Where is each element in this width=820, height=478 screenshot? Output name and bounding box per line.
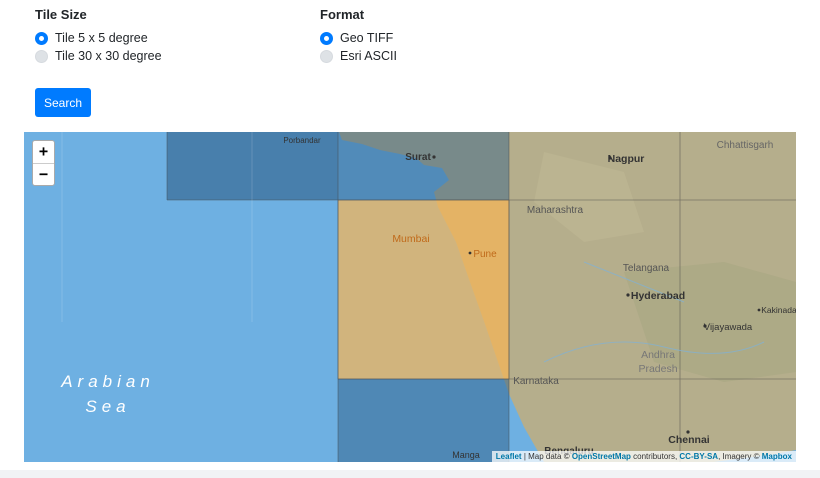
geotiff-radio[interactable]: Geo TIFF: [320, 31, 393, 45]
label-porbandar: Porbandar: [283, 136, 321, 145]
zoom-in-button[interactable]: +: [33, 141, 54, 163]
license-link[interactable]: CC-BY-SA: [679, 452, 718, 461]
attribution-text: , Imagery ©: [718, 452, 762, 461]
geotiff-label: Geo TIFF: [340, 31, 394, 45]
page-footer-bar: [0, 470, 820, 478]
selected-tile[interactable]: [337, 199, 510, 380]
tile-5x5-label: Tile 5 x 5 degree: [55, 31, 148, 45]
label-hyderabad: Hyderabad: [631, 290, 685, 302]
label-nagpur: Nagpur: [608, 153, 645, 165]
zoom-control: + −: [32, 140, 55, 186]
label-karnataka: Karnataka: [513, 376, 559, 387]
map-canvas[interactable]: Porbandar Surat Nagpur Chhattisgarh Maha…: [24, 132, 796, 462]
leaflet-link[interactable]: Leaflet: [496, 452, 522, 461]
label-mangalore: Manga: [452, 450, 480, 460]
attribution-text: | Map data ©: [521, 452, 572, 461]
label-pune: Pune: [473, 249, 497, 260]
label-maharashtra: Maharashtra: [527, 205, 584, 216]
tile-30x30-label: Tile 30 x 30 degree: [55, 49, 162, 63]
map-attribution: Leaflet | Map data © OpenStreetMap contr…: [491, 451, 796, 462]
esri-ascii-label: Esri ASCII: [340, 49, 397, 63]
label-sea: Sea: [85, 397, 130, 416]
search-button[interactable]: Search: [35, 88, 91, 117]
radio-unchecked-icon[interactable]: [320, 49, 333, 63]
radio-checked-icon[interactable]: [35, 31, 48, 45]
label-kakinada: Kakinada: [761, 305, 796, 315]
radio-unchecked-icon[interactable]: [35, 49, 48, 63]
label-pradesh: Pradesh: [638, 363, 677, 375]
map-view[interactable]: Porbandar Surat Nagpur Chhattisgarh Maha…: [24, 132, 796, 462]
label-telangana: Telangana: [623, 263, 670, 274]
label-vijayawada: Vijayawada: [704, 322, 753, 333]
tile-5x5-radio[interactable]: Tile 5 x 5 degree: [35, 31, 148, 45]
label-mumbai: Mumbai: [392, 233, 429, 245]
label-surat: Surat: [405, 152, 431, 163]
attribution-text: contributors,: [630, 452, 680, 461]
osm-link[interactable]: OpenStreetMap: [572, 452, 631, 461]
format-title: Format: [320, 7, 365, 22]
tile-overlay[interactable]: [338, 379, 509, 462]
label-chhattisgarh: Chhattisgarh: [717, 140, 774, 151]
tile-overlay[interactable]: [338, 132, 509, 200]
esri-ascii-radio[interactable]: Esri ASCII: [320, 49, 397, 63]
radio-checked-icon[interactable]: [320, 31, 333, 45]
tile-30x30-radio[interactable]: Tile 30 x 30 degree: [35, 49, 162, 63]
mapbox-link[interactable]: Mapbox: [762, 452, 792, 461]
label-arabian: Arabian: [60, 372, 155, 391]
label-andhra: Andhra: [641, 349, 675, 361]
tile-size-title: Tile Size: [35, 7, 87, 22]
zoom-out-button[interactable]: −: [33, 163, 54, 185]
label-chennai: Chennai: [668, 434, 710, 446]
